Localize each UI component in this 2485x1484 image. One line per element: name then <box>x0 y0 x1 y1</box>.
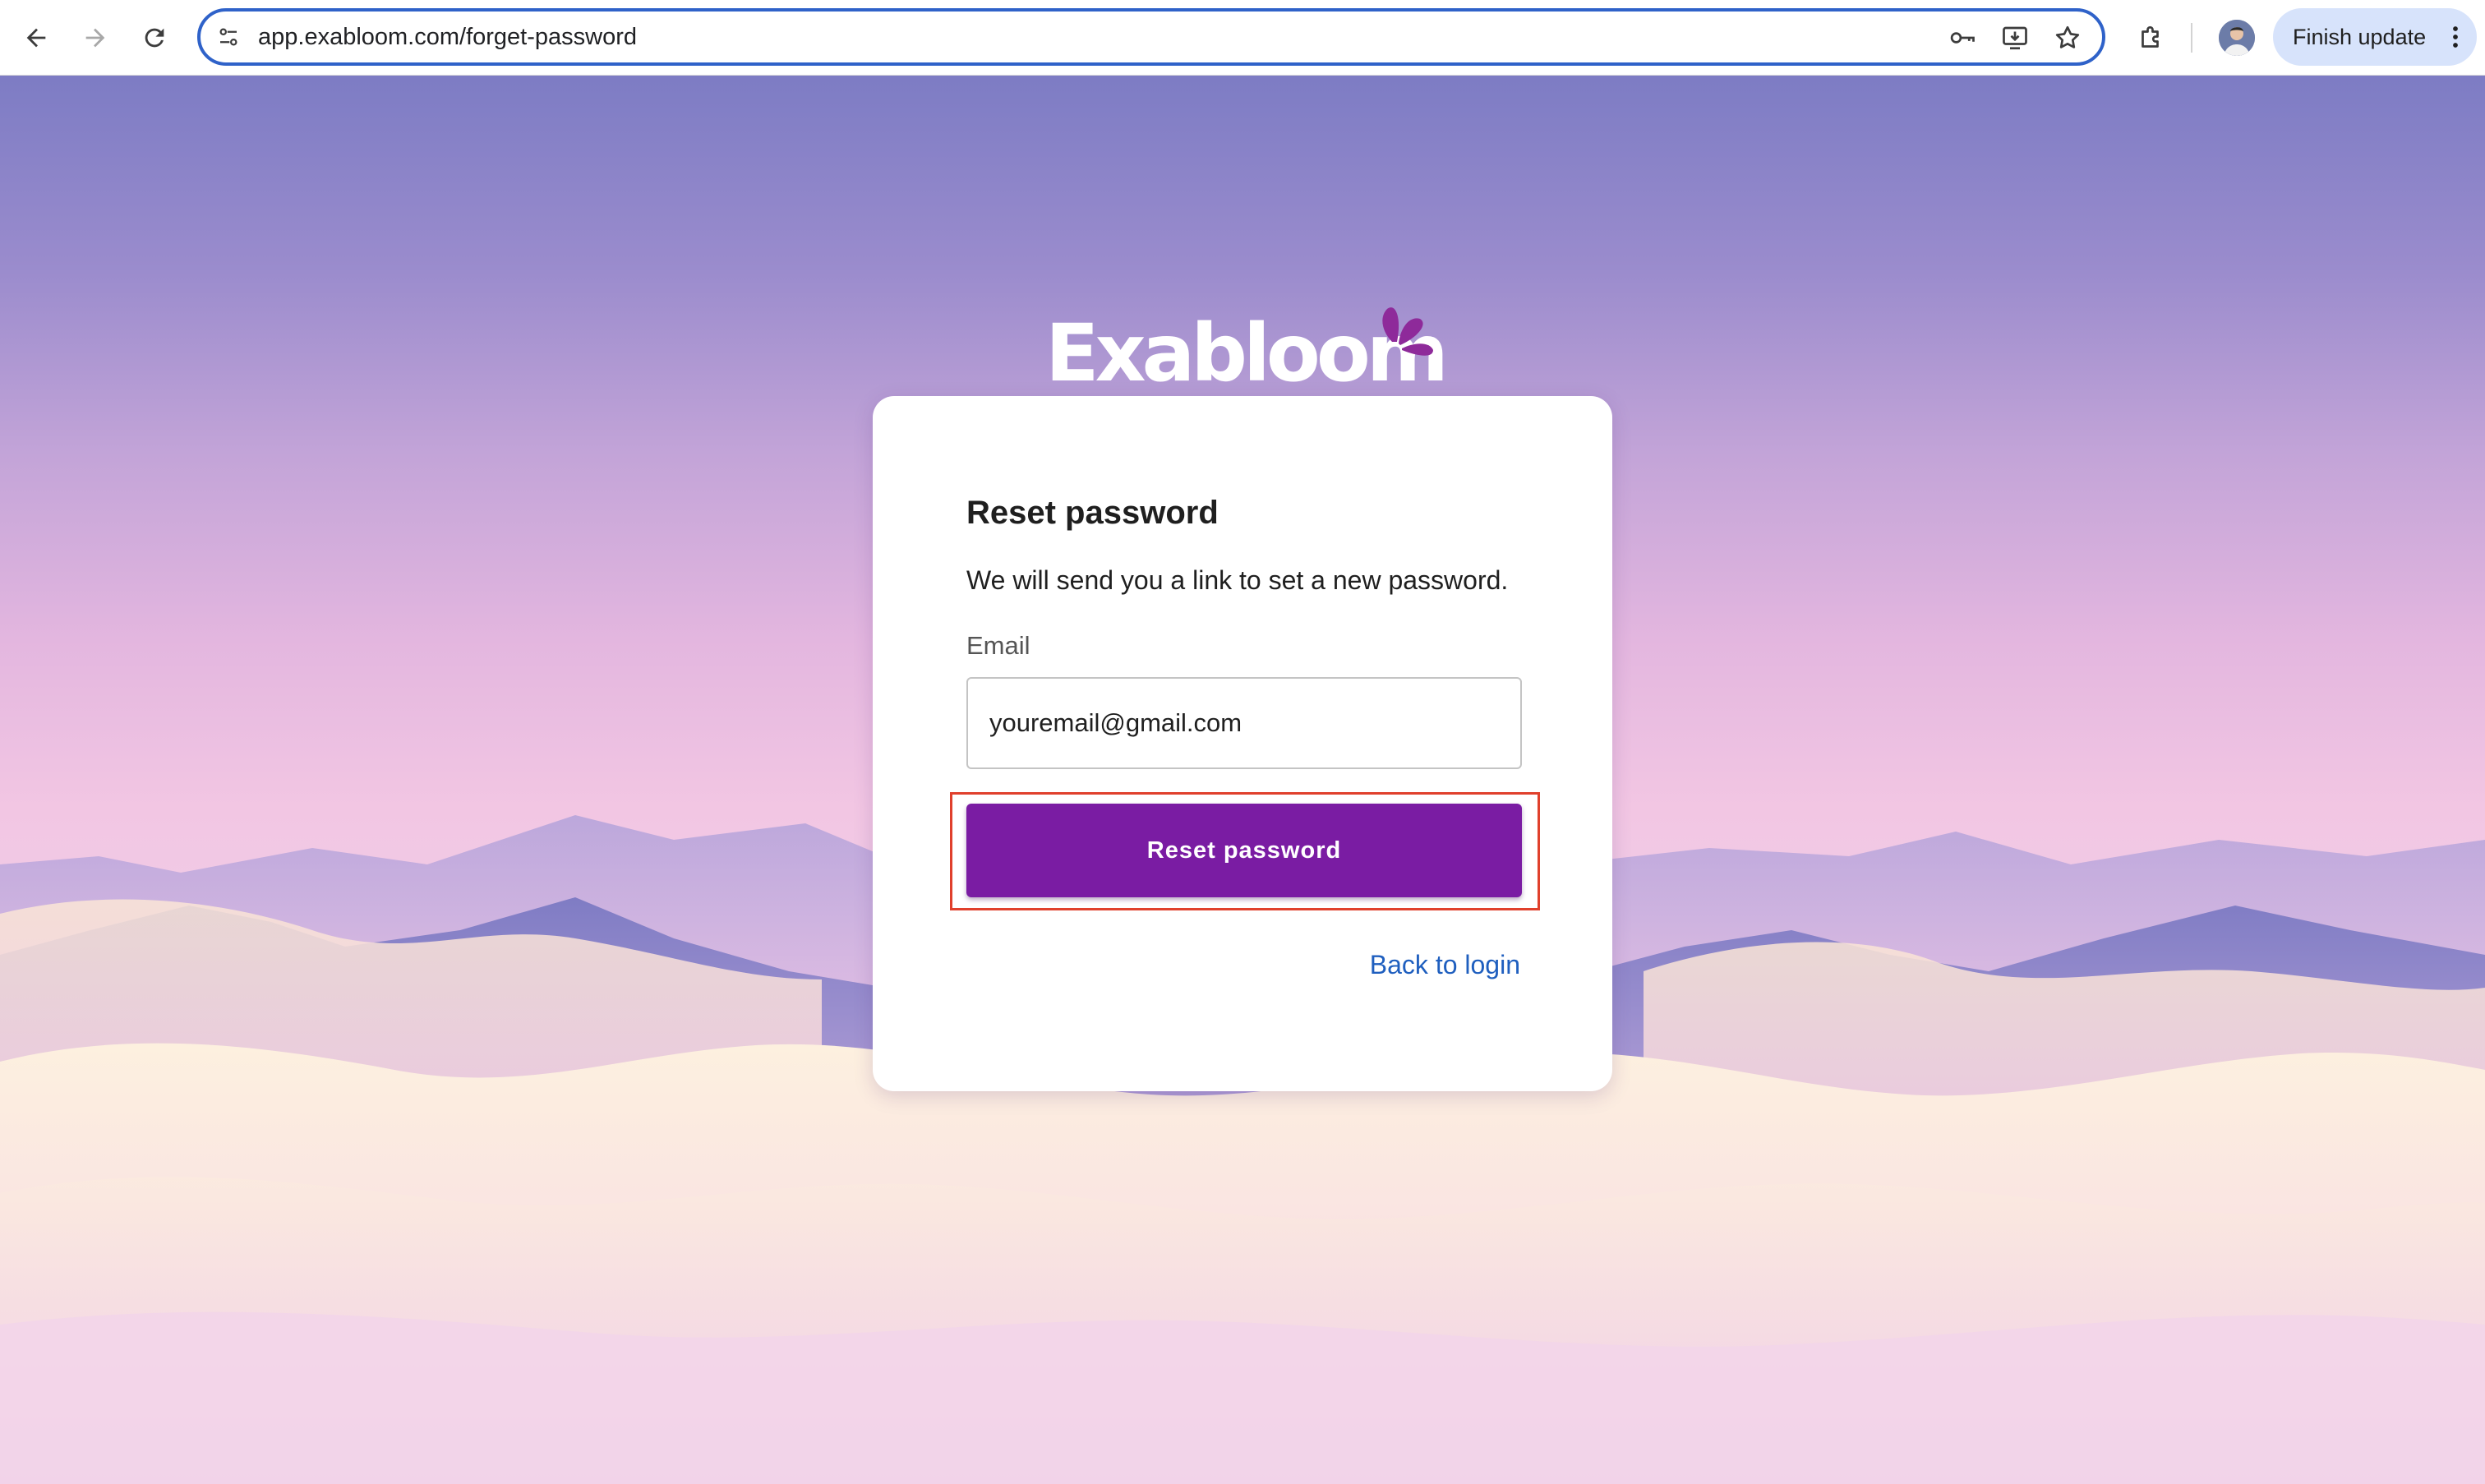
forward-arrow-icon <box>85 28 105 48</box>
logo-petals-icon <box>1382 307 1433 356</box>
more-vert-icon[interactable] <box>2450 23 2460 51</box>
reload-icon <box>145 28 164 48</box>
email-label: Email <box>966 631 1030 660</box>
page-background: Exabloom Reset password We will send you… <box>0 76 2485 1484</box>
email-field[interactable] <box>966 677 1522 769</box>
install-app-button[interactable] <box>1999 21 2031 54</box>
reset-password-card: Reset password We will send you a link t… <box>873 396 1612 1091</box>
back-arrow-icon <box>26 28 46 48</box>
toolbar-divider <box>2191 23 2192 53</box>
finish-update-label: Finish update <box>2293 24 2427 49</box>
back-to-login-link[interactable]: Back to login <box>1370 950 1520 980</box>
url-text[interactable]: app.exabloom.com/forget-password <box>258 12 637 62</box>
card-description: We will send you a link to set a new pas… <box>966 565 1509 595</box>
back-button[interactable] <box>16 18 56 58</box>
finish-update-button[interactable]: Finish update <box>2273 8 2477 66</box>
forward-button[interactable] <box>76 18 115 58</box>
bookmark-button[interactable] <box>2051 21 2084 54</box>
bookmark-star-icon <box>2055 25 2080 48</box>
extensions-puzzle-icon <box>2142 25 2159 48</box>
password-key-icon <box>1950 32 1975 44</box>
exabloom-logo: Exabloom <box>1045 304 1449 403</box>
password-manager-button[interactable] <box>1946 21 1979 54</box>
browser-toolbar: app.exabloom.com/forget-password Finish … <box>0 0 2485 76</box>
install-app-icon <box>2003 26 2027 50</box>
reload-button[interactable] <box>135 18 174 58</box>
reset-password-button[interactable]: Reset password <box>966 804 1522 897</box>
site-info-button[interactable] <box>214 22 243 52</box>
site-settings-icon <box>219 28 237 46</box>
profile-avatar[interactable] <box>2219 20 2255 56</box>
extensions-button[interactable] <box>2132 18 2171 58</box>
avatar-image <box>2219 20 2255 56</box>
address-bar[interactable]: app.exabloom.com/forget-password <box>197 8 2105 66</box>
card-title: Reset password <box>966 495 1219 531</box>
